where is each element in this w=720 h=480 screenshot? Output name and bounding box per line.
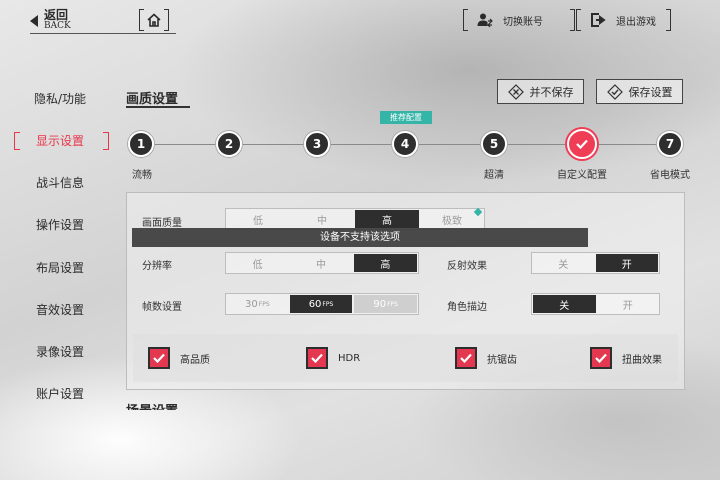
user-switch-icon <box>477 13 493 28</box>
sidebar-item-battle-info[interactable]: 战斗信息 <box>22 173 98 193</box>
back-button[interactable]: 返回 BACK <box>30 8 71 34</box>
quality-option-high[interactable]: 高 <box>355 210 419 228</box>
checkbox-high-quality[interactable]: 高品质 <box>148 347 210 369</box>
fps-label: 帧数设置 <box>142 302 182 313</box>
fps-option-30[interactable]: 30 FPS <box>226 294 289 314</box>
exit-game-label: 退出游戏 <box>616 16 656 28</box>
resolution-selector: 低 中 高 <box>225 252 419 274</box>
preset-label-power-save: 省电模式 <box>650 170 690 181</box>
fps-option-90[interactable]: 90 FPS <box>354 295 418 313</box>
outline-label: 角色描边 <box>447 302 487 313</box>
sidebar-item-privacy[interactable]: 隐私/功能 <box>22 89 98 109</box>
checkbox-checked-icon <box>590 347 612 369</box>
checkbox-antialiasing[interactable]: 抗锯齿 <box>455 347 517 369</box>
section-title-underline <box>126 106 190 108</box>
exit-game-button[interactable]: 退出游戏 <box>576 9 671 31</box>
discard-label: 并不保存 <box>529 85 574 99</box>
check-icon <box>606 83 623 100</box>
checkmark-icon <box>576 139 588 150</box>
active-bracket-right <box>103 132 109 150</box>
back-label-en: BACK <box>44 21 71 31</box>
back-label: 返回 <box>44 8 69 22</box>
checkbox-checked-icon <box>148 347 170 369</box>
active-bracket-left <box>14 132 20 150</box>
checkbox-hdr[interactable]: HDR <box>306 347 360 369</box>
outline-option-on[interactable]: 开 <box>597 294 660 314</box>
next-section-title: 场景设置 <box>126 400 178 410</box>
quality-option-medium[interactable]: 中 <box>290 209 354 229</box>
sidebar-item-controls[interactable]: 操作设置 <box>22 215 98 235</box>
preset-2[interactable]: 2 <box>216 131 242 157</box>
exit-icon <box>591 13 606 27</box>
outline-option-off[interactable]: 关 <box>533 295 596 313</box>
preset-1[interactable]: 1 <box>128 131 154 157</box>
preset-3[interactable]: 3 <box>304 131 330 157</box>
outline-selector: 关 开 <box>531 293 660 315</box>
sidebar-item-audio[interactable]: 音效设置 <box>22 300 98 320</box>
preset-label-ultra: 超清 <box>484 170 504 181</box>
close-icon <box>507 83 524 100</box>
unsupported-toast: 设备不支持该选项 <box>132 228 588 247</box>
checkbox-label: HDR <box>338 352 361 364</box>
switch-account-button[interactable]: 切换账号 <box>463 9 575 31</box>
checkbox-label: 扭曲效果 <box>622 354 662 366</box>
recommended-badge: 推荐配置 <box>380 111 432 124</box>
preset-7[interactable]: 7 <box>657 131 683 157</box>
fps-selector: 30 FPS 60 FPS 90 FPS <box>225 293 419 315</box>
quality-selector: 低 中 高 极致 <box>225 208 485 230</box>
sidebar-item-replay[interactable]: 录像设置 <box>22 342 98 362</box>
topbar-divider <box>30 33 176 34</box>
fps-option-60[interactable]: 60 FPS <box>289 295 353 313</box>
back-arrow-icon <box>30 15 38 27</box>
reflection-option-off[interactable]: 关 <box>532 253 595 273</box>
checkbox-checked-icon <box>455 347 477 369</box>
sidebar-item-layout[interactable]: 布局设置 <box>22 258 98 278</box>
reflection-label: 反射效果 <box>447 261 487 272</box>
home-icon <box>147 13 161 27</box>
preset-5[interactable]: 5 <box>481 131 507 157</box>
save-button[interactable]: 保存设置 <box>596 79 683 104</box>
discard-button[interactable]: 并不保存 <box>497 79 584 104</box>
preset-label-custom: 自定义配置 <box>557 170 607 181</box>
save-label: 保存设置 <box>628 85 673 99</box>
reflection-option-on[interactable]: 开 <box>595 254 658 272</box>
switch-account-label: 切换账号 <box>503 16 543 28</box>
preset-4[interactable]: 4 <box>392 131 418 157</box>
checkbox-label: 高品质 <box>180 354 210 366</box>
preset-custom[interactable] <box>567 129 597 159</box>
resolution-option-high[interactable]: 高 <box>353 254 417 272</box>
preset-label-smooth: 流畅 <box>132 170 152 181</box>
sidebar-item-account[interactable]: 账户设置 <box>22 384 98 404</box>
quality-label: 画面质量 <box>142 218 182 229</box>
reflection-selector: 关 开 <box>531 252 660 274</box>
checkbox-checked-icon <box>306 347 328 369</box>
checkbox-label: 抗锯齿 <box>487 354 517 366</box>
resolution-option-medium[interactable]: 中 <box>289 253 352 273</box>
checkbox-distortion[interactable]: 扭曲效果 <box>590 347 662 369</box>
section-title: 画质设置 <box>126 92 179 107</box>
home-button[interactable] <box>139 9 169 31</box>
resolution-option-low[interactable]: 低 <box>226 253 289 273</box>
sidebar-item-display[interactable]: 显示设置 <box>22 131 98 151</box>
resolution-label: 分辨率 <box>142 261 172 272</box>
quality-option-low[interactable]: 低 <box>226 209 290 229</box>
